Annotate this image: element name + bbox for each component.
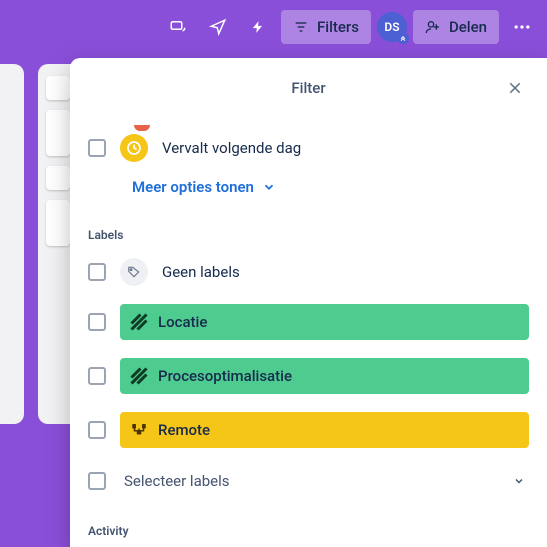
checkbox-label-locatie[interactable] [88, 313, 106, 331]
pattern-icon [130, 367, 148, 385]
more-menu-icon[interactable] [505, 10, 539, 44]
due-option-row: Vervalt volgende dag [88, 128, 529, 168]
filters-button[interactable]: Filters [281, 10, 371, 44]
show-more-options[interactable]: Meer opties tonen [132, 178, 276, 196]
label-name: Procesoptimalisatie [158, 367, 292, 385]
label-pill-locatie[interactable]: Locatie [120, 304, 529, 340]
label-name: Locatie [158, 313, 207, 331]
panel-title: Filter [291, 79, 325, 97]
label-row: Procesoptimalisatie [88, 352, 529, 400]
label-pill-proces[interactable]: Procesoptimalisatie [120, 358, 529, 394]
select-labels-dropdown[interactable]: Selecteer labels [120, 464, 529, 498]
share-button[interactable]: Delen [413, 10, 499, 44]
close-icon[interactable] [501, 74, 529, 102]
filter-panel: Filter Vervalt volgende dag Meer opties … [70, 58, 547, 547]
no-labels-text: Geen labels [162, 263, 240, 281]
automation-icon[interactable] [161, 10, 195, 44]
bolt-icon[interactable] [241, 10, 275, 44]
label-row: Locatie [88, 298, 529, 346]
pattern-icon [130, 313, 148, 331]
board-column [0, 64, 24, 424]
avatar-initials: DS [384, 20, 399, 34]
panel-header: Filter [88, 74, 529, 102]
checkbox-label-remote[interactable] [88, 421, 106, 439]
activity-section-title: Activity [88, 524, 529, 538]
label-row: Remote [88, 406, 529, 454]
select-labels-text: Selecteer labels [124, 472, 230, 490]
show-more-label: Meer opties tonen [132, 178, 254, 196]
label-name: Remote [158, 421, 210, 439]
send-icon[interactable] [201, 10, 235, 44]
avatar[interactable]: DS [377, 12, 407, 42]
label-row-none: Geen labels [88, 252, 529, 292]
filters-button-label: Filters [317, 18, 359, 36]
select-labels-row: Selecteer labels [88, 460, 529, 502]
chevron-down-icon [513, 475, 525, 487]
clock-icon [120, 134, 148, 162]
checkbox-expires-next-day[interactable] [88, 139, 106, 157]
checkbox-no-labels[interactable] [88, 263, 106, 281]
avatar-badge-icon [397, 32, 409, 44]
checkbox-label-proces[interactable] [88, 367, 106, 385]
checkbox-select-labels[interactable] [88, 472, 106, 490]
label-pill-remote[interactable]: Remote [120, 412, 529, 448]
share-button-label: Delen [449, 18, 487, 36]
top-toolbar: Filters DS Delen [0, 0, 547, 54]
pattern-icon [130, 421, 148, 439]
due-option-label: Vervalt volgende dag [162, 139, 301, 157]
tag-icon [120, 258, 148, 286]
labels-section-title: Labels [88, 228, 529, 242]
chevron-down-icon [262, 180, 276, 194]
